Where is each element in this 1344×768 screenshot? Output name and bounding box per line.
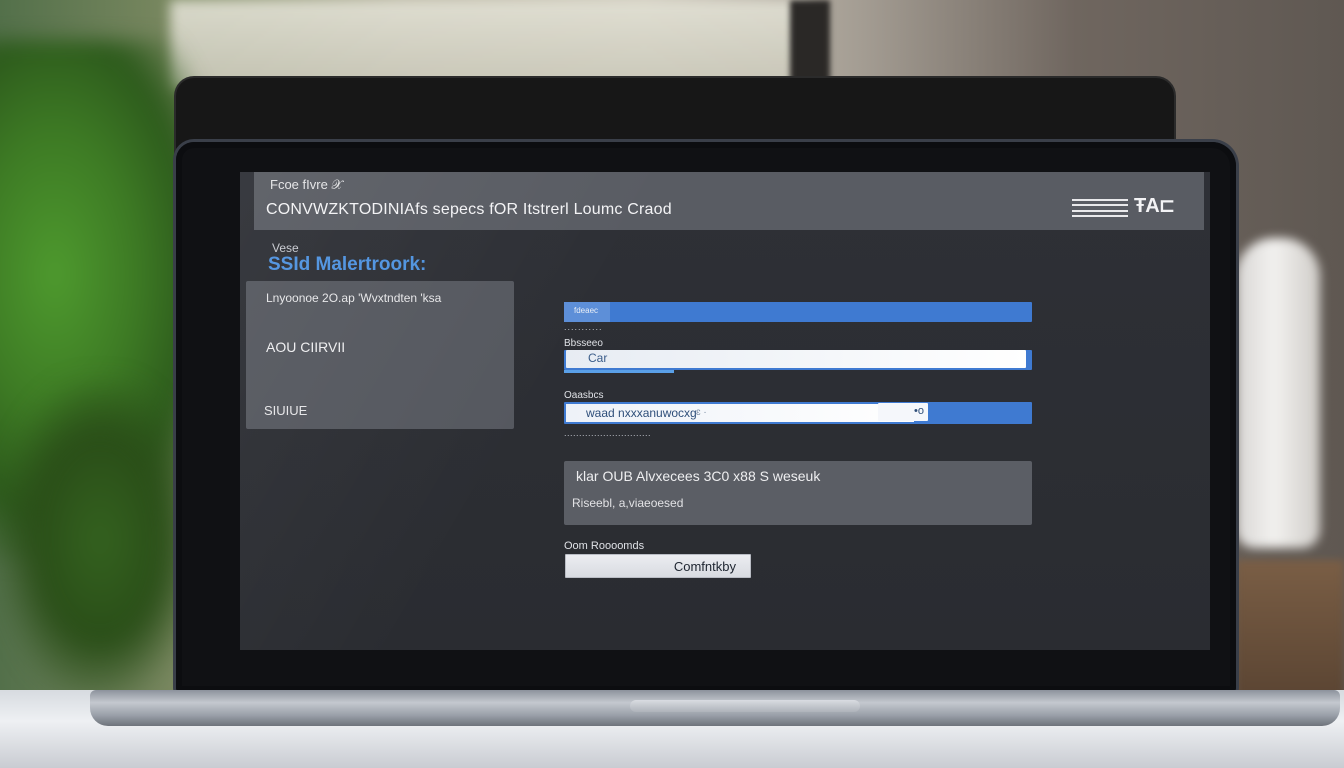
field2-value: Car xyxy=(588,351,608,365)
field3-hint: ............................. xyxy=(564,428,652,438)
field3-bar: waad nxxxanuwocxg ɛ · •o xyxy=(564,402,1032,424)
hamburger-icon[interactable] xyxy=(1072,199,1128,217)
field3-value: waad nxxxanuwocxg xyxy=(586,406,697,420)
info-subtitle: Riseebl, a,viaeoesed xyxy=(572,496,684,510)
info-box: klar OUB Alvxecees 3C0 x88 S weseuk Rise… xyxy=(564,461,1032,525)
breadcrumb[interactable]: Vese xyxy=(272,241,299,255)
header-crumb[interactable]: Fcoe fIvre 𝒳 xyxy=(270,177,343,193)
window-light xyxy=(170,0,810,90)
confirm-button[interactable]: Comfntkby xyxy=(565,554,751,578)
field3-label: Oaasbcs xyxy=(564,390,604,401)
field2-label: Bbsseeo xyxy=(564,338,603,349)
summary-card-status: SIUIUE xyxy=(264,403,308,418)
vase xyxy=(1236,238,1320,548)
info-title: klar OUB Alvxecees 3C0 x88 S weseuk xyxy=(576,468,821,484)
confirm-label: Oom Roooomds xyxy=(564,540,645,552)
field2-input[interactable]: Car xyxy=(566,350,1026,368)
summary-card[interactable]: Lnyoonoe 2O.ap 'Wvxtndten 'ksa AOU CIIRV… xyxy=(246,281,514,429)
shelf xyxy=(1236,560,1344,700)
page-title: SSId Malertroork: xyxy=(268,254,427,275)
summary-card-value: AOU CIIRVII xyxy=(266,339,346,355)
field3-count: ɛ · xyxy=(696,407,707,418)
field2-bar: Car xyxy=(564,350,1032,370)
laptop-screen: Fcoe fIvre 𝒳 CONVWZKTODINIAfs sepecs fOR… xyxy=(240,172,1210,650)
field3-slider-knob[interactable]: •o xyxy=(878,403,928,421)
field3-input[interactable]: waad nxxxanuwocxg ɛ · xyxy=(566,404,914,422)
field1-label: fdeaec xyxy=(574,306,599,315)
brand-icon[interactable]: ŦA⊏ xyxy=(1134,193,1194,221)
laptop-hinge xyxy=(630,700,860,712)
field2-underline xyxy=(564,370,674,373)
field3-knob-text: •o xyxy=(914,405,924,417)
plant-shadow xyxy=(0,380,200,700)
field1-hint: ........... xyxy=(564,322,603,332)
summary-card-header: Lnyoonoe 2O.ap 'Wvxtndten 'ksa xyxy=(266,291,442,305)
settings-form: fdeaec ........... Bbsseeo Car Oaasbcs w… xyxy=(564,172,1034,650)
field1-bar[interactable]: fdeaec xyxy=(564,302,1032,322)
